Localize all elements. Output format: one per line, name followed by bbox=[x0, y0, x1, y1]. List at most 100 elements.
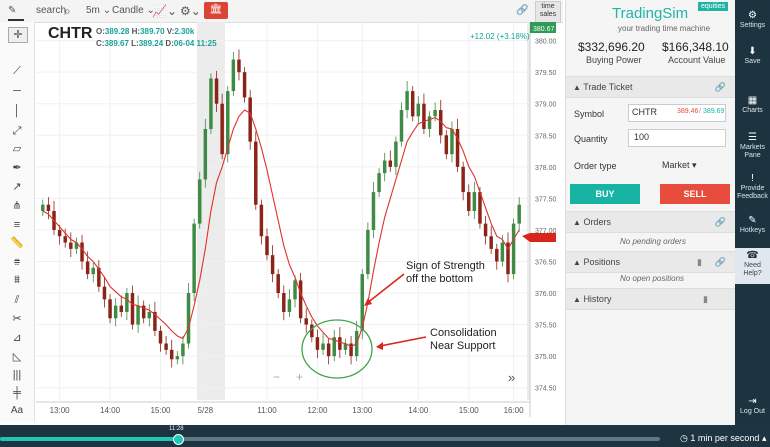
candle-body bbox=[91, 267, 95, 275]
trendline-icon[interactable]: ⟋ bbox=[8, 64, 26, 78]
price-chart[interactable]: 380.00 379.50 379.00 378.50 378.00 377.50 377.… bbox=[36, 22, 557, 422]
playback-handle[interactable] bbox=[173, 434, 184, 445]
candle-body bbox=[147, 311, 152, 319]
bank-icon[interactable]: 🏛 bbox=[204, 2, 228, 19]
annotation-consolidation-line2: Near Support bbox=[430, 340, 496, 352]
indicators-icon[interactable]: 📈⌄ bbox=[152, 3, 177, 19]
price-sep: / bbox=[699, 108, 701, 115]
trade-ticket-header[interactable]: ▲ Trade Ticket 🔗 bbox=[566, 76, 736, 98]
nav-settings-label: Settings bbox=[739, 22, 766, 29]
annotation-strength-line2: off the bottom bbox=[406, 273, 474, 285]
bar-chart-icon[interactable]: ▮ bbox=[703, 289, 708, 309]
caret-down-icon: ▾ bbox=[692, 160, 697, 170]
caret-up-icon: ▲ bbox=[573, 83, 581, 92]
speed-lines-icon[interactable]: ⊿ bbox=[8, 331, 26, 345]
y-tick-label: 379.50 bbox=[535, 70, 556, 77]
caret-up-icon: ▴ bbox=[761, 433, 767, 443]
horizontal-line-icon[interactable]: ─ bbox=[8, 84, 26, 98]
triangle-icon[interactable]: ◺ bbox=[8, 350, 26, 364]
playback-speed[interactable]: ◷ 1 min per second ▴ bbox=[680, 433, 766, 444]
link-icon[interactable]: 🔗 bbox=[715, 252, 726, 272]
candle-body bbox=[366, 229, 370, 275]
search-label[interactable]: search bbox=[36, 3, 66, 19]
cycle-lines-icon[interactable]: ||| bbox=[8, 368, 26, 382]
logout-icon: ⇥ bbox=[748, 396, 757, 407]
nav-feedback[interactable]: ! Provide Feedback bbox=[735, 174, 770, 201]
pencil-icon[interactable]: ✎ bbox=[8, 3, 24, 21]
nav-save[interactable]: ⬇ Save bbox=[735, 46, 770, 66]
search-icon[interactable]: ⌕ bbox=[64, 3, 71, 19]
symbol-input[interactable]: CHTR 389.46 / 389.69 bbox=[628, 104, 726, 122]
parallel-channel-icon[interactable]: ≡ bbox=[8, 218, 26, 232]
ask-price: 389.69 bbox=[703, 108, 725, 115]
ruler-icon[interactable]: 📏 bbox=[8, 236, 26, 250]
nav-help[interactable]: ☎ Need Help? bbox=[735, 248, 770, 284]
order-type-select[interactable]: Market ▾ bbox=[662, 160, 697, 171]
time-sales-button[interactable]: time sales bbox=[535, 1, 561, 23]
nav-markets[interactable]: ☰ Markets Pane bbox=[735, 133, 770, 160]
buy-button[interactable]: BUY bbox=[570, 184, 640, 204]
scissors-icon[interactable]: ✂ bbox=[8, 312, 26, 326]
candle-body bbox=[371, 192, 376, 230]
drawing-toolbar: ✛ ⟋ ─ │ ⤢ ▱ ✒ ↗ ⋔ ≡ 📏 ⩷ ⩩ ⫽ ✂ ⊿ ◺ ||| ╪ … bbox=[0, 22, 35, 422]
orders-header[interactable]: ▲ Orders 🔗 bbox=[566, 211, 736, 233]
positions-header[interactable]: ▲ Positions ▮ 🔗 bbox=[566, 251, 736, 273]
quantity-input[interactable]: 100 bbox=[628, 129, 726, 147]
link-icon[interactable]: 🔗 bbox=[715, 77, 726, 97]
candle-body bbox=[444, 135, 449, 155]
sell-button[interactable]: SELL bbox=[660, 184, 730, 204]
nav-charts[interactable]: ▦ Charts bbox=[735, 95, 770, 115]
fibonacci-icon[interactable]: ⩷ bbox=[8, 254, 26, 268]
candle-body bbox=[500, 242, 505, 262]
c-value: 389.67 bbox=[104, 39, 129, 48]
candle-body bbox=[326, 343, 331, 357]
zoom-out-button[interactable]: − bbox=[273, 370, 280, 384]
bar-chart-icon[interactable]: ▮ bbox=[697, 252, 702, 272]
interval-select[interactable]: 5m ⌄ bbox=[86, 3, 111, 19]
crosshair-icon[interactable]: ✛ bbox=[8, 27, 28, 43]
candle-body bbox=[102, 286, 107, 300]
candle-body bbox=[399, 110, 404, 142]
link-icon[interactable]: 🔗 bbox=[715, 212, 726, 232]
candle-body bbox=[119, 305, 124, 312]
scroll-right-button[interactable]: » bbox=[508, 370, 515, 385]
price-badge: 380.67 bbox=[533, 26, 555, 33]
x-tick-label: 15:00 bbox=[150, 406, 171, 415]
chart-icon: ▦ bbox=[747, 95, 758, 106]
gann-icon[interactable]: ⩩ bbox=[8, 273, 26, 287]
gear-icon[interactable]: ⚙⌄ bbox=[180, 3, 201, 19]
brush-icon[interactable]: ✒ bbox=[8, 161, 26, 175]
trade-panel: TradingSim equities your trading time ma… bbox=[565, 0, 736, 425]
nav-hotkeys[interactable]: ✎ Hotkeys bbox=[735, 216, 770, 235]
arrow-line-icon[interactable]: ↗ bbox=[8, 180, 26, 194]
link-icon[interactable]: 🔗 bbox=[516, 3, 528, 19]
candle-body bbox=[248, 97, 252, 142]
y-tick-label: 374.50 bbox=[535, 386, 556, 393]
vertical-lines-icon[interactable]: ╪ bbox=[8, 386, 26, 400]
pitchfork-icon[interactable]: ⋔ bbox=[8, 199, 26, 213]
candle-body bbox=[416, 103, 421, 117]
candle-body bbox=[80, 242, 84, 262]
zoom-controls: − + bbox=[270, 370, 320, 384]
nav-settings[interactable]: ⚙ Settings bbox=[735, 11, 770, 30]
nav-logout[interactable]: ⇥ Log Out bbox=[735, 396, 770, 416]
vertical-line-icon[interactable]: │ bbox=[8, 104, 26, 118]
x-tick-label: 15:00 bbox=[459, 406, 480, 415]
time-axis-ticks: 13:00 14:00 15:00 5/28 11:00 12:00 13:00 14:00 1… bbox=[50, 406, 525, 415]
download-icon: ⬇ bbox=[748, 46, 757, 57]
quantity-label: Quantity bbox=[574, 134, 608, 144]
fib-fan-icon[interactable]: ⫽ bbox=[8, 293, 26, 307]
ohlc-readout: O:389.28 H:389.70 V:2.30k C:389.67 L:389… bbox=[96, 26, 217, 50]
playback-time: 11:28 bbox=[169, 426, 184, 432]
l-value: 389.24 bbox=[138, 39, 164, 48]
history-header[interactable]: ▲ History ▮ bbox=[566, 288, 736, 310]
zoom-in-button[interactable]: + bbox=[296, 370, 303, 384]
order-type-value: Market bbox=[662, 160, 690, 170]
ray-icon[interactable]: ⤢ bbox=[8, 124, 26, 138]
polygon-icon[interactable]: ▱ bbox=[8, 142, 26, 156]
nav-save-label: Save bbox=[744, 58, 761, 65]
chart-style-select[interactable]: Candle ⌄ bbox=[112, 3, 155, 19]
chart-style-value: Candle bbox=[112, 5, 144, 16]
candle-body bbox=[69, 242, 73, 249]
text-tool-icon[interactable]: Aa bbox=[8, 404, 26, 418]
